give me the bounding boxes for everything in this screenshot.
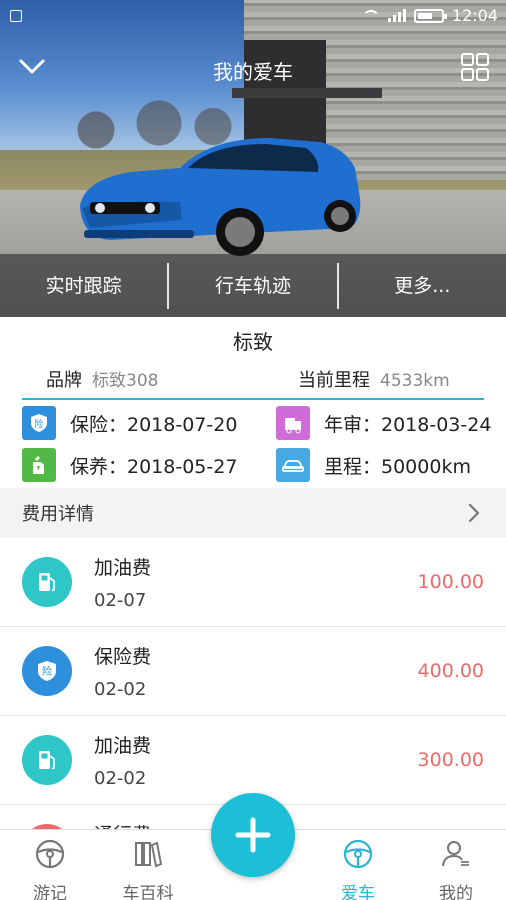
add-button[interactable]: [211, 793, 295, 877]
expense-details-header[interactable]: 费用详情: [0, 488, 506, 538]
insurance-reminder-text: 保险：2018-07-20: [70, 413, 238, 436]
tab-my-car[interactable]: 爱车: [308, 836, 408, 900]
insurance-icon: 险: [22, 406, 56, 440]
expense-date: 02-02: [94, 679, 147, 700]
books-icon: [135, 841, 163, 868]
mileage-info: 当前里程 4533km: [298, 366, 450, 392]
tab-mine[interactable]: 我的: [406, 836, 506, 900]
inspection-reminder-text: 年审：2018-03-24: [324, 413, 492, 436]
expense-date: 02-02: [94, 768, 147, 789]
list-item[interactable]: 险 保险费 02-02 400.00: [0, 627, 506, 716]
tab-travel-notes[interactable]: 游记: [0, 836, 100, 900]
realtime-tracking-button[interactable]: 实时跟踪: [0, 264, 167, 308]
driving-track-button[interactable]: 行车轨迹: [169, 264, 336, 308]
tab-label: 游记: [33, 884, 67, 900]
user-icon: [442, 841, 469, 867]
list-item[interactable]: 加油费 02-02 300.00: [0, 716, 506, 805]
status-time: 12:04: [451, 6, 498, 25]
car-specs: 品牌 标致308 当前里程 4533km: [22, 362, 484, 400]
steering-wheel-icon: [35, 839, 65, 869]
status-bar: 12:04: [0, 0, 506, 34]
car-mileage-icon: [276, 448, 310, 482]
brand-info: 品牌 标致308: [46, 366, 158, 392]
tab-car-encyclopedia[interactable]: 车百科: [98, 836, 198, 900]
plus-icon: [235, 817, 271, 853]
brand-label: 品牌: [46, 370, 82, 391]
mileage-value: 4533km: [380, 371, 450, 391]
quick-action-bar: 实时跟踪 行车轨迹 更多...: [0, 254, 506, 317]
expense-name: 保险费: [94, 646, 152, 668]
expense-name: 加油费: [94, 735, 152, 757]
tab-label: 车百科: [122, 884, 174, 900]
tab-label: 爱车: [341, 884, 375, 900]
inspection-reminder[interactable]: 年审：2018-03-24: [276, 406, 491, 440]
fuel-icon: [22, 735, 72, 785]
list-item[interactable]: 加油费 02-07 100.00: [0, 538, 506, 627]
mileage-reminder-text: 里程：50000km: [324, 455, 471, 478]
svg-text:险: 险: [42, 665, 52, 678]
mileage-reminder[interactable]: 里程：50000km: [276, 448, 471, 482]
insurance-reminder[interactable]: 险 保险：2018-07-20: [22, 406, 237, 440]
insurance-icon: 险: [22, 646, 72, 696]
wifi-icon: [361, 9, 380, 22]
brand-value: 标致308: [92, 371, 159, 391]
tab-label: 我的: [439, 884, 473, 900]
expense-amount: 400.00: [417, 660, 484, 682]
page-title: 我的爱车: [213, 60, 293, 84]
grid-menu-icon[interactable]: [460, 52, 490, 82]
fuel-icon: [22, 557, 72, 607]
maintenance-reminder-text: 保养：2018-05-27: [70, 455, 238, 478]
signal-icon: [387, 9, 406, 22]
hero-banner: 12:04 我的爱车 实时跟踪 行车轨迹 更多...: [0, 0, 506, 317]
expense-details-title: 费用详情: [22, 504, 94, 525]
battery-icon: [413, 8, 447, 23]
more-button[interactable]: 更多...: [339, 264, 506, 308]
svg-text:险: 险: [34, 418, 43, 430]
expense-amount: 100.00: [417, 571, 484, 593]
maintenance-reminder[interactable]: 保养：2018-05-27: [22, 448, 237, 482]
car-image: [80, 138, 361, 256]
expense-date: 02-07: [94, 590, 147, 611]
chevron-right-icon: [468, 503, 480, 523]
expense-amount: 300.00: [417, 749, 484, 771]
steering-wheel-icon: [343, 839, 373, 869]
notification-icon: [10, 10, 22, 22]
expense-name: 加油费: [94, 557, 152, 579]
mileage-label: 当前里程: [298, 370, 370, 391]
car-name: 标致: [233, 330, 273, 354]
inspection-icon: [276, 406, 310, 440]
maintenance-icon: [22, 448, 56, 482]
